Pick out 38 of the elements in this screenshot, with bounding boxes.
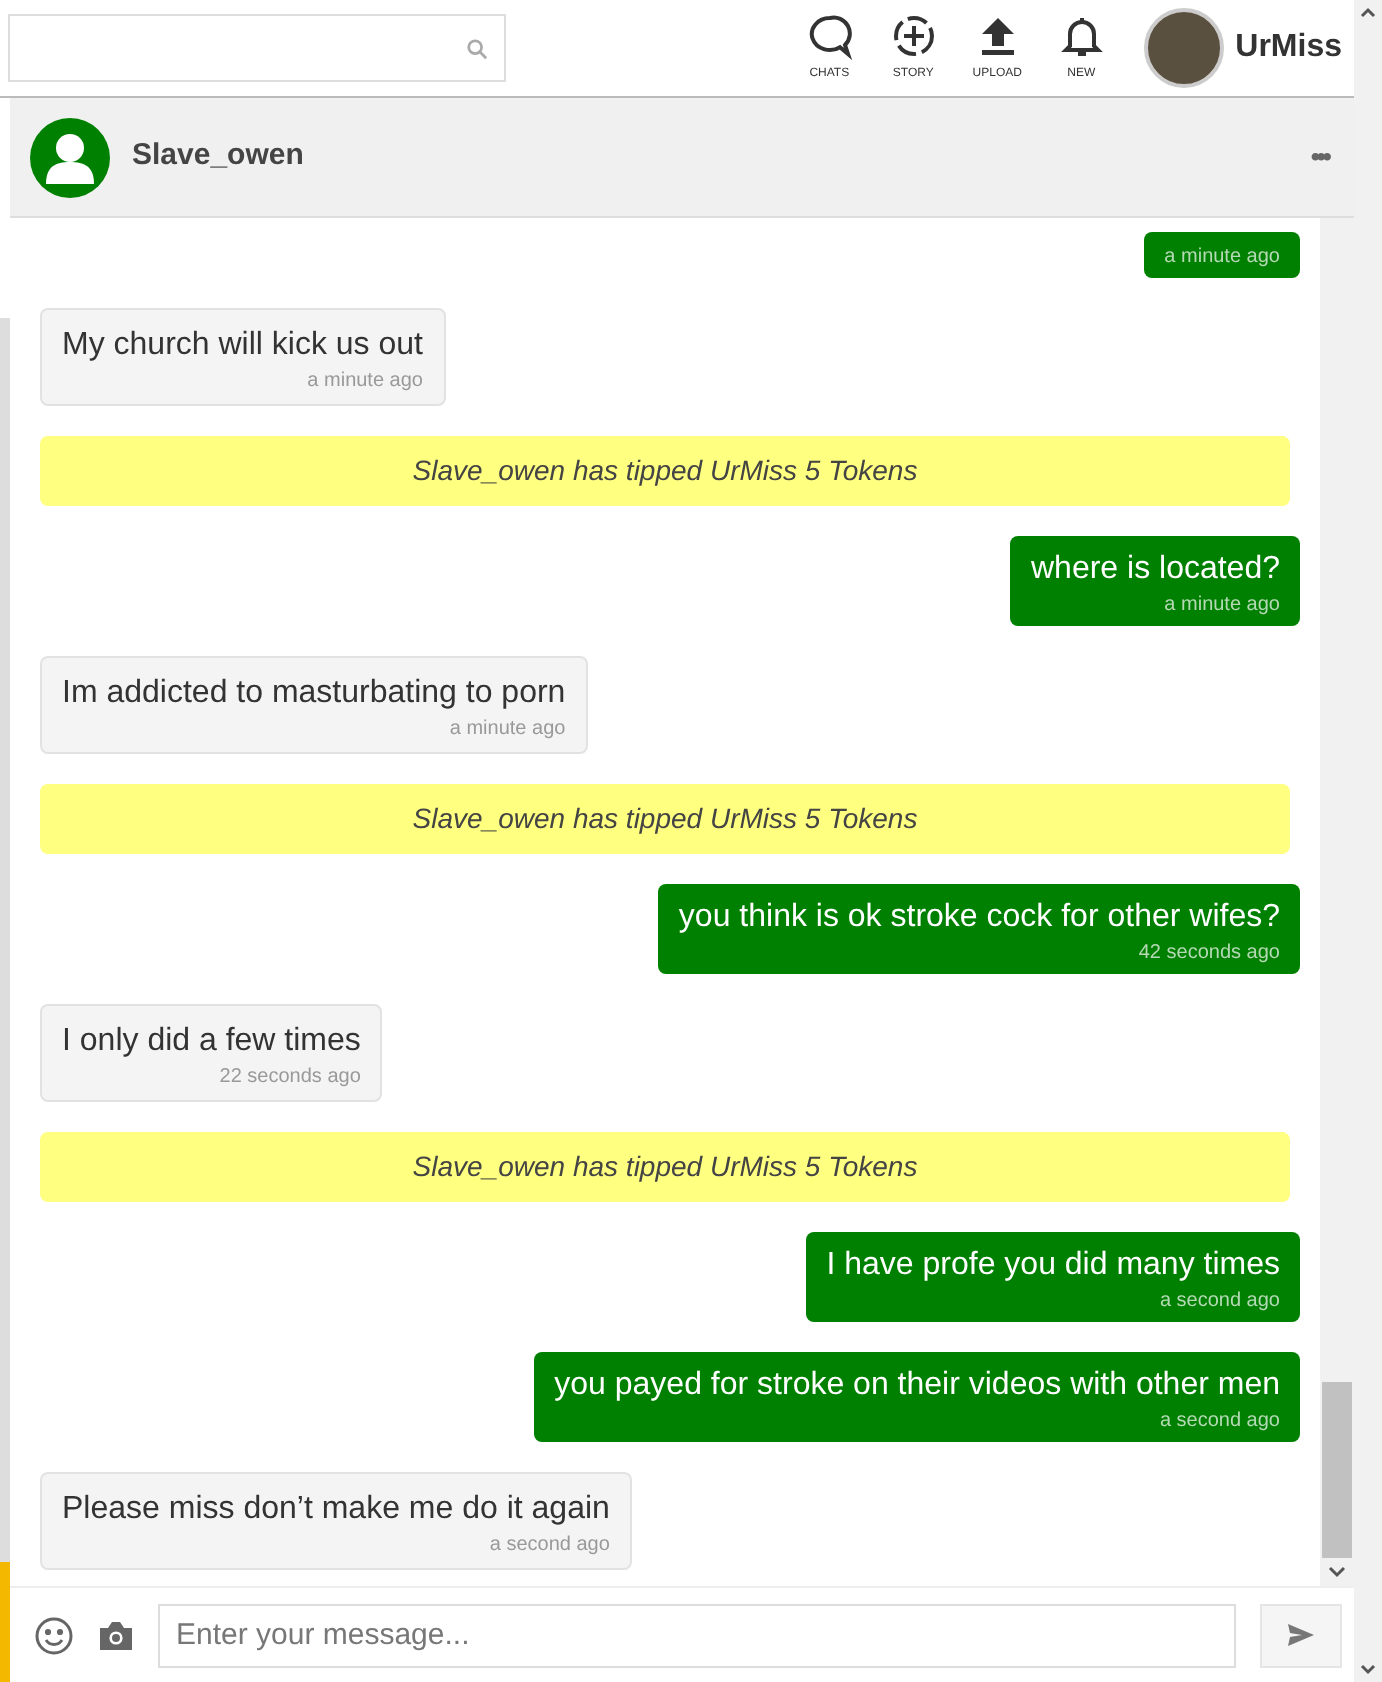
tip-notice: Slave_owen has tipped UrMiss 5 Tokens — [40, 436, 1290, 506]
message-time: 22 seconds ago — [219, 1064, 361, 1092]
more-menu-button[interactable]: ••• — [1310, 136, 1328, 178]
search-field[interactable] — [8, 14, 506, 82]
user-name[interactable]: UrMiss — [1235, 24, 1342, 72]
camera-icon[interactable] — [98, 1619, 134, 1651]
message-time: 42 seconds ago — [1138, 940, 1280, 968]
message-text: I have profe you did many times — [826, 1246, 1280, 1286]
message-time: a minute ago — [1164, 592, 1280, 620]
scrollbar[interactable] — [1320, 218, 1354, 1586]
message-input[interactable]: Enter your message... — [158, 1603, 1236, 1667]
message-time: a second ago — [1159, 1408, 1280, 1436]
message-text: Im addicted to masturbating to porn — [62, 674, 566, 714]
smiley-icon[interactable] — [34, 1615, 74, 1655]
add-circle-icon — [889, 12, 938, 60]
message-text: you think is ok stroke cock for other wifes? — [678, 898, 1280, 938]
message-time: a minute ago — [1164, 244, 1280, 272]
bell-icon — [1057, 12, 1106, 60]
message-time: a minute ago — [307, 368, 423, 396]
send-icon — [1288, 1624, 1314, 1646]
message-text: My church will kick us out — [62, 326, 423, 366]
search-icon — [466, 37, 488, 59]
send-button[interactable] — [1260, 1603, 1342, 1667]
message-text: where is located? — [1030, 550, 1280, 590]
message-text: I only did a few times — [62, 1022, 361, 1062]
speech-bubble-icon — [805, 12, 854, 60]
user-avatar-icon — [30, 117, 110, 197]
tip-notice: Slave_owen has tipped UrMiss 5 Tokens — [40, 1132, 1290, 1202]
tip-notice: Slave_owen has tipped UrMiss 5 Tokens — [40, 784, 1290, 854]
message-time: a minute ago — [449, 716, 566, 744]
message-text: Please miss don’t make me do it again — [62, 1490, 610, 1530]
message-time: a second ago — [489, 1532, 610, 1560]
scrollbar-thumb[interactable] — [1322, 1382, 1352, 1558]
message-time: a second ago — [1159, 1288, 1280, 1316]
page-scrollbar[interactable] — [1354, 0, 1382, 1682]
contact-name: Slave_owen — [132, 136, 304, 177]
profile-avatar[interactable] — [1143, 8, 1224, 88]
message-text: you payed for stroke on their videos with other men — [554, 1366, 1280, 1406]
